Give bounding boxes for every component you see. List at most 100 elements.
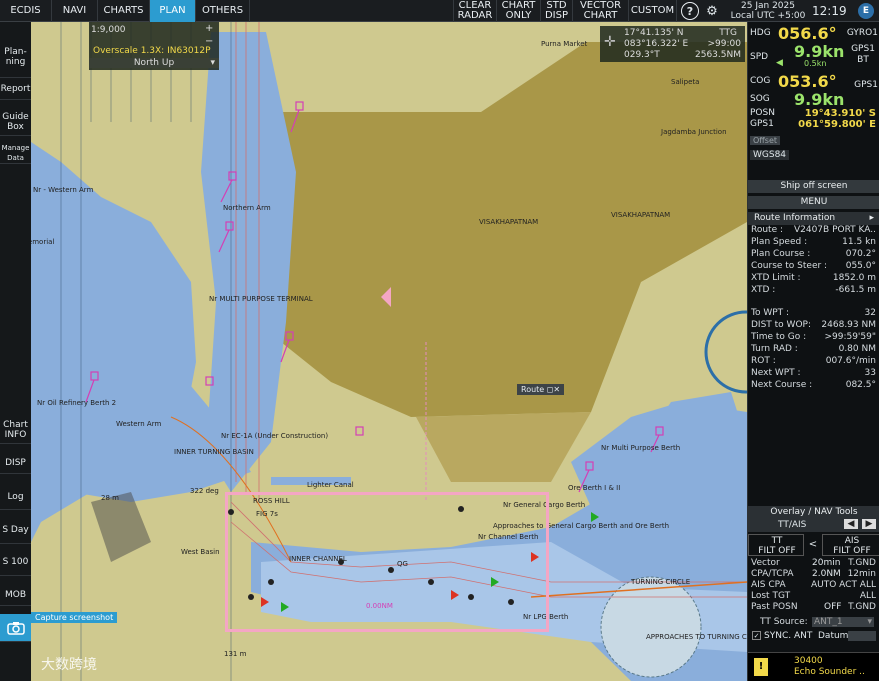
tcpa-value: 12min: [847, 569, 876, 579]
datum-value: WGS84: [750, 150, 790, 160]
vector-row[interactable]: Vector 20min T.GND: [748, 558, 879, 569]
s100-label: S 100: [2, 556, 29, 567]
custom-label: CUSTOM: [630, 5, 675, 16]
prev-arrow-icon[interactable]: ◀: [844, 519, 858, 529]
tab-others[interactable]: OTHERS: [196, 0, 250, 22]
timezone-text: Local UTC +5:00: [730, 11, 806, 21]
std-disp-button[interactable]: STD DISP: [541, 0, 573, 22]
route-info-row: To WPT : 32: [748, 308, 879, 319]
tab-ecdis[interactable]: ECDIS: [0, 0, 52, 22]
datum-select[interactable]: [848, 631, 876, 641]
highlight-rectangle: [225, 492, 549, 632]
label-approaches-turning-circle: APPROACHES TO TURNING CI: [646, 633, 747, 641]
route-info-row: XTD Limit : 1852.0 m: [748, 273, 879, 284]
vector-chart-button[interactable]: VECTOR CHART: [573, 0, 629, 22]
tt-filter-button[interactable]: TT FILT OFF: [748, 534, 804, 556]
overlay-nav-tools-header[interactable]: Overlay / NAV Tools: [748, 506, 879, 519]
nautical-chart[interactable]: Purna Market Salipeta Jagdamba Junction …: [31, 22, 747, 681]
help-icon[interactable]: ?: [681, 2, 699, 20]
route-info-key: Plan Speed :: [751, 237, 808, 247]
report-button[interactable]: Report: [0, 78, 31, 100]
posn-source: GPS1: [750, 119, 774, 129]
route-info-row: Turn RAD : 0.80 NM: [748, 344, 879, 355]
route-tag[interactable]: Route ◻✕: [517, 384, 565, 395]
scale-value[interactable]: 1:9,000: [91, 25, 126, 35]
chevron-down-icon: ▾: [867, 617, 872, 627]
posn-label: POSN: [750, 108, 775, 118]
alert-code: 30400: [794, 656, 823, 666]
capture-screenshot-tooltip: Capture screenshot: [31, 612, 118, 623]
crosshair-icon: ✛: [604, 34, 616, 50]
route-info-value: 055.0°: [845, 261, 876, 271]
label-322-deg: 322 deg: [190, 487, 219, 495]
route-info-value: 0.80 NM: [838, 344, 876, 354]
mob-label: MOB: [4, 589, 27, 600]
cursor-bearing: 029.3°T: [624, 50, 660, 60]
offset-button[interactable]: Offset: [750, 136, 781, 145]
orientation-select[interactable]: North Up ▾: [89, 58, 219, 68]
route-info-value: 33: [864, 368, 876, 378]
log-button[interactable]: Log: [0, 484, 31, 510]
tab-others-label: OTHERS: [201, 5, 244, 16]
menu-button[interactable]: MENU: [748, 196, 879, 209]
arrow-right-icon[interactable]: ▸: [869, 212, 874, 225]
lost-tgt-row[interactable]: Lost TGT ALL: [748, 591, 879, 602]
ais-cpa-row[interactable]: AIS CPA AUTO ACT ALL: [748, 580, 879, 591]
zoom-in-icon[interactable]: +: [205, 23, 213, 34]
vector-chart-label: VECTOR CHART: [579, 0, 622, 21]
custom-button[interactable]: CUSTOM: [629, 0, 677, 22]
ais-filter-button[interactable]: AIS FILT OFF: [822, 534, 879, 556]
route-tag-label: Route: [521, 385, 545, 394]
guide-box-button[interactable]: Guide Box: [0, 108, 31, 136]
past-posn-mode: T.GND: [848, 602, 876, 612]
tt-source-select[interactable]: ANT_1 ▾: [812, 617, 874, 627]
route-info-key: XTD :: [751, 285, 776, 295]
hdg-row: HDG 056.6° GYRO1: [748, 24, 879, 43]
cpa-row[interactable]: CPA/TCPA 2.0NM 12min: [748, 569, 879, 580]
day-night-button[interactable]: S Day: [0, 516, 31, 544]
label-west-basin: West Basin: [181, 548, 220, 556]
clear-radar-button[interactable]: CLEAR RADAR: [453, 0, 497, 22]
route-info-value: -661.5 m: [835, 285, 876, 295]
alert-bar[interactable]: ! 30400 Echo Sounder ..: [748, 652, 879, 681]
tab-navi[interactable]: NAVI: [52, 0, 98, 22]
disp-button[interactable]: DISP: [0, 452, 31, 474]
label-28m: 28 m: [101, 494, 119, 502]
vector-mode: T.GND: [848, 558, 876, 568]
hdg-value: 056.6°: [778, 24, 837, 43]
s100-button[interactable]: S 100: [0, 548, 31, 576]
ttg-label: TTG: [719, 28, 737, 38]
route-info-row: Route : V2407B PORT KA..: [748, 225, 879, 236]
sync-arrow-icon[interactable]: <: [804, 534, 822, 556]
route-info-key: Plan Course :: [751, 249, 811, 259]
chart-only-button[interactable]: CHART ONLY: [497, 0, 541, 22]
camera-icon[interactable]: [0, 614, 31, 642]
tab-plan-label: PLAN: [159, 5, 186, 16]
spd-source: GPS1 BT: [851, 44, 875, 65]
mob-button[interactable]: MOB: [0, 584, 31, 606]
route-info-key: Next WPT :: [751, 368, 801, 378]
tt-label: TT: [771, 536, 783, 546]
clear-radar-label: CLEAR RADAR: [457, 0, 493, 21]
overscale-text: Overscale 1.3X: IN63012P: [93, 46, 211, 56]
route-info-key: Next Course :: [751, 380, 813, 390]
ship-off-screen-button[interactable]: Ship off screen: [748, 180, 879, 193]
guide-box-label: Guide Box: [2, 111, 29, 132]
cog-value: 053.6°: [778, 72, 837, 91]
tab-charts[interactable]: CHARTS: [98, 0, 150, 22]
route-info-row: Next WPT : 33: [748, 368, 879, 379]
manage-data-button[interactable]: Manage Data: [0, 142, 31, 164]
ecdis-e-icon[interactable]: E: [858, 3, 874, 19]
past-posn-row[interactable]: Past POSN OFF T.GND: [748, 602, 879, 613]
scale-panel: 1:9,000 + − Overscale 1.3X: IN63012P Nor…: [89, 22, 219, 70]
planning-button[interactable]: Plan-ning: [0, 36, 31, 78]
label-oil-refinery: Nr Oil Refinery Berth 2: [37, 399, 117, 407]
sog-row: SOG 9.9kn: [748, 90, 879, 109]
next-arrow-icon[interactable]: ▶: [862, 519, 876, 529]
sync-ant-checkbox[interactable]: ✓: [752, 631, 761, 640]
satellite-icon[interactable]: ⚙: [703, 2, 721, 20]
past-posn-state: OFF: [824, 602, 842, 612]
chart-info-button[interactable]: Chart INFO: [0, 416, 31, 444]
report-label: Report: [0, 83, 31, 94]
tab-plan[interactable]: PLAN: [150, 0, 196, 22]
